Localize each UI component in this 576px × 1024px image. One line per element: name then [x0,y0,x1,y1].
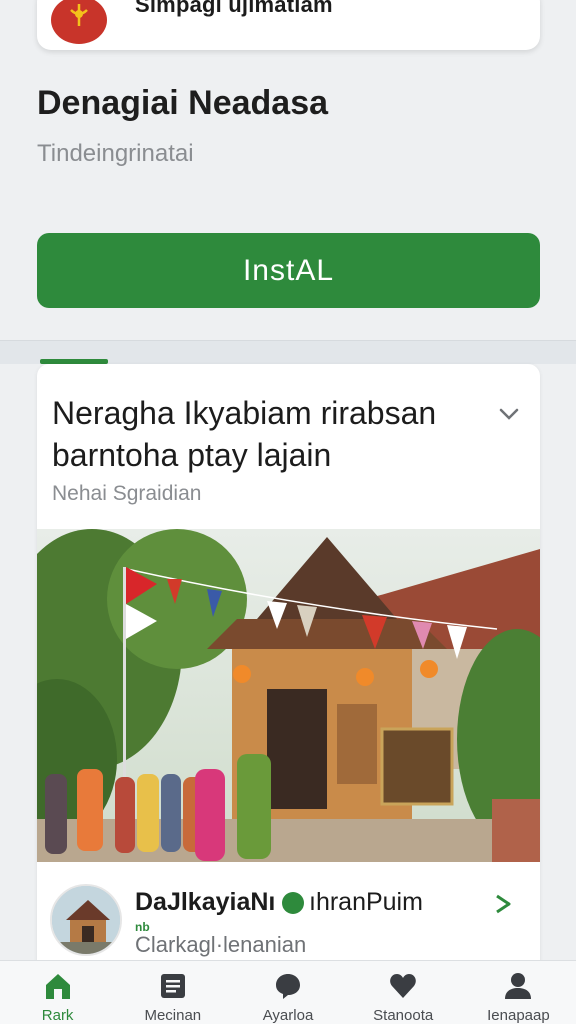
play-icon[interactable] [489,890,517,918]
verified-icon [282,892,304,914]
author-name[interactable]: DaJlkayiaNı [135,888,275,917]
chat-icon [273,971,303,1001]
post-card[interactable]: Neragha Ikyabiam rirabsan barntoha ptay … [37,364,540,984]
app-subtitle: Tindeingrinatai [37,140,194,167]
nav-item-favorites[interactable]: Stanoota [346,961,461,1024]
nav-label-home: Rark [41,1007,74,1024]
author-handle: ıhranPuim [309,888,423,916]
chevron-down-icon[interactable] [495,400,523,428]
bottom-nav: Rark Mecinan Ayarloa Stanoota Ienapaap [0,960,576,1024]
home-icon [43,971,73,1001]
avatar[interactable] [50,884,122,956]
post-meta: Nehai Sgraidian [52,482,202,505]
post-title: Neragha Ikyabiam rirabsan barntoha ptay … [52,395,437,473]
nav-item-chat[interactable]: Ayarloa [230,961,345,1024]
nav-item-home[interactable]: Rark [0,961,115,1024]
nav-label-news: Mecinan [144,1007,202,1024]
nav-label-chat: Ayarloa [262,1007,314,1024]
nav-item-news[interactable]: Mecinan [115,961,230,1024]
top-card-title: Simpagi ujimatlam [135,0,333,17]
profile-icon [503,971,533,1001]
top-app-card[interactable]: Simpagi ujimatlam [37,0,540,50]
author-location: Clarkagl·lenanian [135,932,307,957]
nav-label-favorites: Stanoota [373,1007,434,1024]
nav-label-profile: Ienapaap [487,1007,550,1024]
install-button[interactable]: InstAL [37,233,540,308]
news-icon [158,971,188,1001]
heart-icon [388,971,418,1001]
app-name: Denagiai Neadasa [37,84,329,122]
nav-item-profile[interactable]: Ienapaap [461,961,576,1024]
app-logo-icon [51,0,107,44]
post-image[interactable] [37,529,540,862]
